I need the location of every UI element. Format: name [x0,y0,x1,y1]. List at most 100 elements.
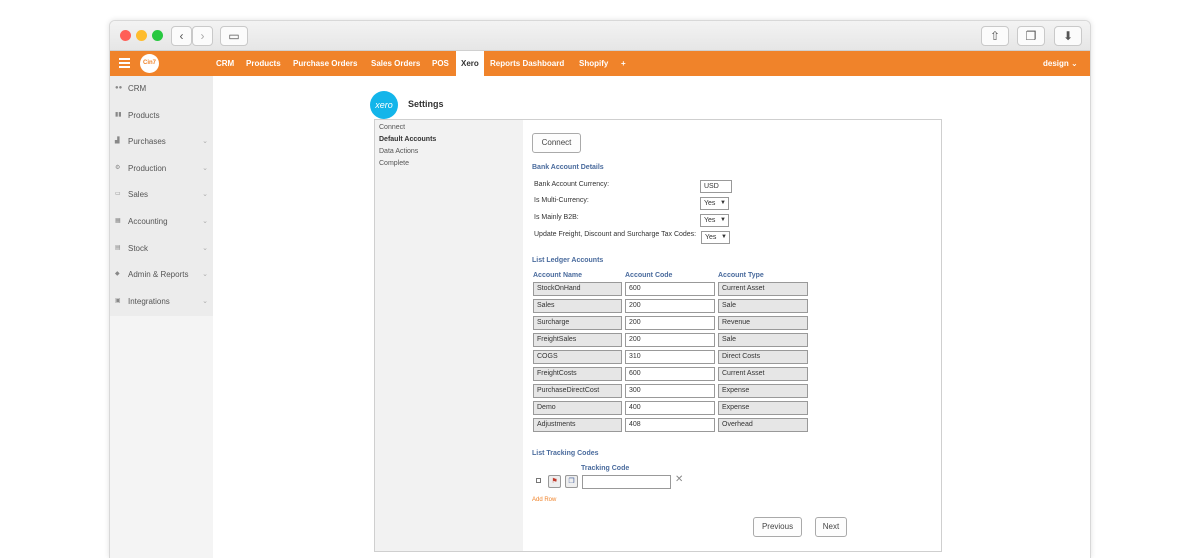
account-name-cell: Adjustments [533,418,622,432]
account-name-cell: Demo [533,401,622,415]
account-code-input[interactable]: 200 [625,316,715,330]
column-tracking-code: Tracking Code [581,465,630,472]
nav-crm[interactable]: CRM [216,51,234,76]
mainly-b2b-value: Yes [704,217,716,224]
step-connect[interactable]: Connect [379,124,405,131]
sidebar-item-production[interactable]: ⚙ Production ⌄ [110,156,213,182]
checkbox[interactable] [536,478,541,483]
download-icon: ⬇ [1062,29,1074,43]
account-type-cell: Expense [718,384,808,398]
sidebar-menu: ●● CRM ▮▮ Products ▟ Purchases ⌄ ⚙ Produ… [110,76,213,316]
nav-sales-orders[interactable]: Sales Orders [371,51,420,76]
sidebar-item-purchases[interactable]: ▟ Purchases ⌄ [110,129,213,155]
account-code-input[interactable]: 310 [625,350,715,364]
sidebar-item-label: Integrations [128,297,170,306]
account-code-input[interactable]: 200 [625,333,715,347]
nav-products[interactable]: Products [246,51,281,76]
close-window-button[interactable] [120,30,131,41]
sidebar: ●● CRM ▮▮ Products ▟ Purchases ⌄ ⚙ Produ… [110,76,213,558]
nav-shopify[interactable]: Shopify [579,51,608,76]
downloads-button[interactable]: ⬇ [1054,26,1082,46]
bank-account-details-heading: Bank Account Details [532,164,604,171]
account-code-input[interactable]: 300 [625,384,715,398]
currency-input[interactable]: USD [700,180,732,193]
sidebar-toggle-button[interactable]: ▭ [220,26,248,46]
tracking-codes-heading: List Tracking Codes [532,450,599,457]
wizard-steps: Connect Default Accounts Data Actions Co… [375,120,523,551]
next-button[interactable]: Next [815,517,847,537]
sidebar-item-label: Products [128,111,160,120]
chevron-down-icon: ⌄ [202,298,208,305]
connect-button[interactable]: Connect [532,133,581,153]
minimize-window-button[interactable] [136,30,147,41]
multi-currency-select[interactable]: Yes ▼ [700,197,729,210]
flag-icon[interactable]: ⚑ [548,475,561,488]
sidebar-item-sales[interactable]: ▭ Sales ⌄ [110,182,213,208]
account-code-input[interactable]: 600 [625,367,715,381]
chevron-down-icon: ⌄ [202,245,208,252]
previous-button[interactable]: Previous [753,517,802,537]
nav-xero[interactable]: Xero [456,51,484,76]
nav-reports-dashboard[interactable]: Reports Dashboard [490,51,564,76]
main-content: xero Settings Connect Default Accounts D… [213,76,1090,558]
account-code-input[interactable]: 408 [625,418,715,432]
sidebar-item-stock[interactable]: ▤ Stock ⌄ [110,236,213,262]
admin-icon: ◆ [115,271,120,277]
sidebar-item-integrations[interactable]: ▣ Integrations ⌄ [110,289,213,315]
chevron-down-icon: ⌄ [202,191,208,198]
boxes-icon: ▤ [115,245,121,251]
account-code-input[interactable]: 600 [625,282,715,296]
sidebar-item-products[interactable]: ▮▮ Products [110,103,213,129]
step-default-accounts[interactable]: Default Accounts [379,136,436,143]
nav-add[interactable]: + [621,51,626,76]
sidebar-item-crm[interactable]: ●● CRM [110,76,213,102]
calculator-icon: ▦ [115,218,121,224]
sidebar-item-accounting[interactable]: ▦ Accounting ⌄ [110,209,213,235]
cin7-logo[interactable]: Cin7 [140,54,159,73]
tabs-button[interactable]: ❐ [1017,26,1045,46]
top-navigation: Cin7 CRM Products Purchase Orders Sales … [110,51,1090,76]
user-menu[interactable]: design ⌄ [1043,51,1078,76]
ledger-accounts-heading: List Ledger Accounts [532,257,604,264]
step-data-actions[interactable]: Data Actions [379,148,418,155]
sidebar-item-label: Sales [128,190,149,199]
sidebar-item-admin-reports[interactable]: ◆ Admin & Reports ⌄ [110,262,213,288]
freight-tax-select[interactable]: Yes ▼ [701,231,730,244]
plug-icon: ▣ [115,298,121,304]
freight-tax-value: Yes [705,234,717,241]
mainly-b2b-select[interactable]: Yes ▼ [700,214,729,227]
share-button[interactable]: ⇧ [981,26,1009,46]
default-accounts-form: Connect Bank Account Details Bank Accoun… [523,120,941,551]
chevron-right-icon: › [200,29,205,43]
share-icon: ⇧ [989,29,1001,43]
nav-pos[interactable]: POS [432,51,449,76]
account-code-input[interactable]: 400 [625,401,715,415]
tracking-code-input[interactable] [582,475,671,489]
delete-row-icon[interactable]: ✕ [675,474,683,485]
forward-button[interactable]: › [192,26,213,46]
account-type-cell: Revenue [718,316,808,330]
multi-currency-value: Yes [704,200,716,207]
tabs-icon: ❐ [1025,29,1037,43]
sidebar-item-label: Stock [128,244,149,253]
copy-icon[interactable]: ❐ [565,475,578,488]
chevron-left-icon: ‹ [179,29,184,43]
account-name-cell: PurchaseDirectCost [533,384,622,398]
hamburger-menu-icon[interactable] [119,57,130,69]
step-complete[interactable]: Complete [379,160,409,167]
account-name-cell: Surcharge [533,316,622,330]
account-type-cell: Direct Costs [718,350,808,364]
add-row-link[interactable]: Add Row [532,497,556,503]
account-code-input[interactable]: 200 [625,299,715,313]
back-button[interactable]: ‹ [171,26,192,46]
nav-purchase-orders[interactable]: Purchase Orders [293,51,357,76]
barcode-icon: ▮▮ [115,112,122,118]
account-name-cell: Sales [533,299,622,313]
sidebar-item-label: Admin & Reports [128,270,189,279]
sidebar-item-label: Accounting [128,217,168,226]
account-name-cell: FreightSales [533,333,622,347]
account-name-cell: FreightCosts [533,367,622,381]
account-type-cell: Current Asset [718,282,808,296]
dropdown-arrow-icon: ▼ [720,200,726,206]
maximize-window-button[interactable] [152,30,163,41]
